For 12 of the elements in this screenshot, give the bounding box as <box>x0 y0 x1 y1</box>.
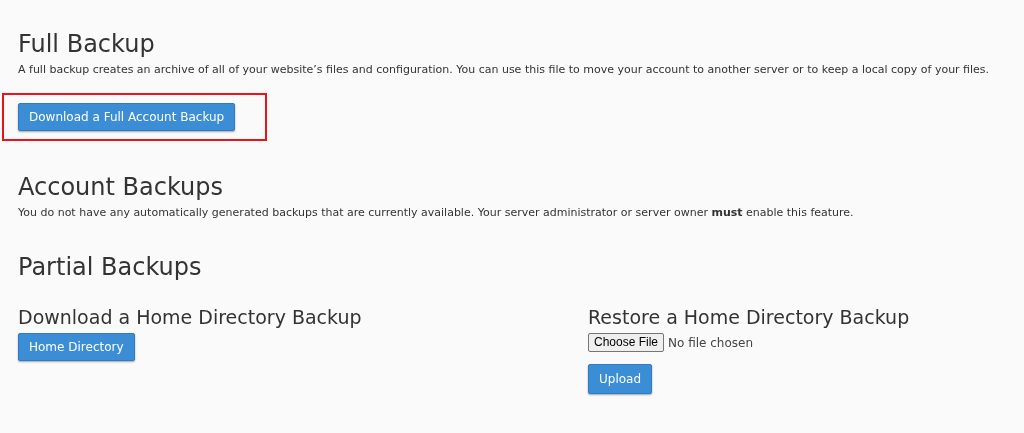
subsection-title: Restore a Home Directory Backup <box>588 305 910 329</box>
section-title: Account Backups <box>18 171 223 203</box>
section-title: Full Backup <box>18 29 155 60</box>
section-title: Partial Backups <box>18 252 202 283</box>
home-directory-button[interactable]: Home Directory <box>18 333 135 361</box>
download-full-backup-button[interactable]: Download a Full Account Backup <box>18 102 236 131</box>
section-description: A full backup creates an archive of all of your website’s files and configuration. You can use this file to move your account to another server or to keep a local copy of your files. <box>18 62 990 78</box>
file-status: No file chosen <box>668 334 754 352</box>
choose-file-button[interactable]: Choose File <box>588 333 665 352</box>
subsection-title: Download a Home Directory Backup <box>18 305 362 329</box>
section-description: You do not have any automatically generated backups that are currently available. Your server administrator or server owner must enable this feature. <box>18 204 854 221</box>
upload-button[interactable]: Upload <box>588 364 653 394</box>
